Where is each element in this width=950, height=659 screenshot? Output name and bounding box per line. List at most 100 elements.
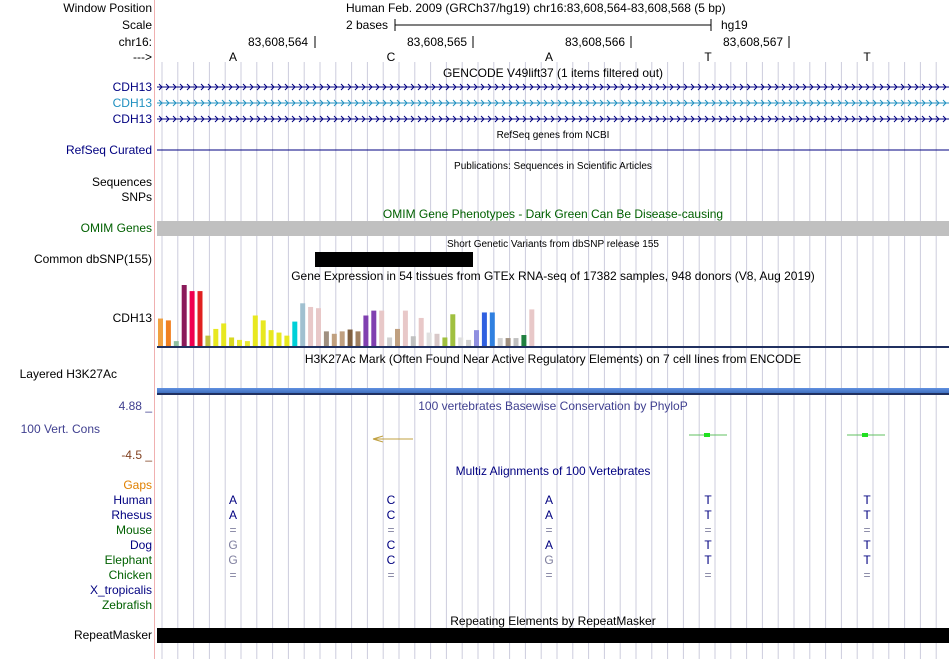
- ref-base-5: T: [863, 50, 871, 64]
- dbsnp-label[interactable]: Common dbSNP(155): [0, 252, 152, 266]
- ruler-pos-4: 83,608,567: [723, 35, 784, 49]
- gtex-tissue-bar: [481, 312, 487, 346]
- gtex-tissue-bar: [316, 308, 321, 346]
- dbsnp-track-title[interactable]: Short Genetic Variants from dbSNP releas…: [157, 238, 949, 252]
- multiz-base: A: [544, 493, 553, 507]
- multiz-base: A: [544, 538, 553, 552]
- multiz-species-label[interactable]: Human: [0, 493, 152, 507]
- gtex-tissue-bar: [252, 315, 258, 346]
- genome-browser-image: Window Position Human Feb. 2009 (GRCh37/…: [0, 0, 950, 659]
- multiz-base: =: [704, 523, 712, 537]
- multiz-base: A: [544, 508, 553, 522]
- gencode-item-label-1[interactable]: CDH13: [0, 80, 152, 94]
- multiz-base: =: [545, 523, 553, 537]
- gtex-tissue-bar: [229, 337, 235, 346]
- gtex-tissue-bar: [276, 332, 282, 346]
- multiz-species-label[interactable]: Zebrafish: [0, 598, 152, 612]
- gtex-tissue-bar: [165, 320, 171, 346]
- repeat-label[interactable]: RepeatMasker: [0, 628, 152, 642]
- phylop-min-label: -4.5 _: [121, 448, 152, 462]
- gtex-bar-chart[interactable]: [157, 284, 949, 348]
- multiz-base: T: [704, 538, 712, 552]
- gtex-tissue-bar: [244, 341, 250, 346]
- phylop-signal[interactable]: [157, 425, 949, 449]
- gencode-item-label-3[interactable]: CDH13: [0, 112, 152, 126]
- ref-base-4: T: [704, 50, 712, 64]
- gtex-tissue-bar: [260, 320, 266, 346]
- gencode-transcript: [157, 99, 949, 107]
- multiz-base: =: [387, 523, 395, 537]
- phylop-track-title[interactable]: 100 vertebrates Basewise Conservation by…: [157, 399, 949, 413]
- gtex-tissue-bar: [189, 291, 195, 346]
- gtex-tissue-bar: [513, 338, 519, 346]
- gencode-transcripts[interactable]: [157, 80, 949, 128]
- strand-label: --->: [133, 50, 152, 64]
- multiz-base: G: [228, 538, 238, 552]
- multiz-base: =: [387, 568, 395, 582]
- gtex-tissue-bar: [173, 341, 179, 346]
- gtex-tissue-bar: [466, 339, 472, 346]
- refseq-track-title[interactable]: RefSeq genes from NCBI: [157, 129, 949, 143]
- gtex-tissue-bar: [363, 315, 369, 346]
- multiz-species-label[interactable]: Mouse: [0, 523, 152, 537]
- phylop-max-label: 4.88 _: [118, 399, 152, 413]
- multiz-base: =: [229, 568, 237, 582]
- gtex-tissue-bar: [434, 333, 440, 346]
- gtex-tissue-bar: [292, 321, 298, 346]
- ref-base-3: A: [544, 50, 553, 64]
- gtex-tissue-bar: [237, 339, 242, 346]
- gtex-tissue-bar: [158, 318, 163, 346]
- gencode-track-title[interactable]: GENCODE V49lift37 (1 items filtered out): [157, 66, 949, 80]
- gtex-tissue-bar: [205, 335, 211, 346]
- pubs-track-title[interactable]: Publications: Sequences in Scientific Ar…: [157, 160, 949, 174]
- gtex-tissue-bar: [505, 338, 511, 346]
- ruler-pos-2: 83,608,565: [407, 35, 468, 49]
- multiz-base: C: [386, 538, 396, 552]
- multiz-species-label[interactable]: Dog: [0, 538, 152, 552]
- phylop-label[interactable]: 100 Vert. Cons: [0, 422, 100, 436]
- refseq-line[interactable]: [157, 149, 949, 152]
- omim-track-title[interactable]: OMIM Gene Phenotypes - Dark Green Can Be…: [157, 207, 949, 221]
- multiz-species-label[interactable]: Rhesus: [0, 508, 152, 522]
- gtex-label[interactable]: CDH13: [0, 311, 152, 325]
- gtex-tissue-bar: [181, 285, 187, 346]
- gtex-tissue-bar: [197, 291, 203, 346]
- multiz-base: G: [228, 553, 238, 567]
- h3k27ac-track-title[interactable]: H3K27Ac Mark (Often Found Near Active Re…: [157, 352, 949, 366]
- gtex-tissue-bar: [347, 329, 353, 346]
- h3k27ac-label[interactable]: Layered H3K27Ac: [0, 367, 117, 381]
- gtex-tissue-bar: [284, 335, 290, 346]
- multiz-species-label[interactable]: X_tropicalis: [0, 583, 152, 597]
- multiz-track-title[interactable]: Multiz Alignments of 100 Vertebrates: [157, 464, 949, 478]
- repeat-element[interactable]: [157, 628, 949, 643]
- multiz-base: =: [229, 523, 237, 537]
- gtex-tissue-bar: [410, 336, 416, 346]
- multiz-base: C: [386, 553, 396, 567]
- multiz-base: T: [863, 538, 871, 552]
- gtex-tissue-bar: [339, 331, 345, 346]
- gtex-tissue-bar: [402, 310, 408, 346]
- gencode-item-label-2[interactable]: CDH13: [0, 96, 152, 110]
- multiz-base: T: [704, 493, 712, 507]
- repeat-track-title[interactable]: Repeating Elements by RepeatMasker: [157, 614, 949, 628]
- gtex-tissue-bar: [308, 306, 314, 346]
- gtex-tissue-bar: [497, 338, 503, 346]
- gtex-tissue-bar: [450, 314, 456, 346]
- dbsnp-variant[interactable]: [315, 252, 473, 267]
- multiz-species-label[interactable]: Chicken: [0, 568, 152, 582]
- gtex-tissue-bar: [442, 337, 448, 346]
- omim-label[interactable]: OMIM Genes: [0, 221, 152, 235]
- multiz-species-label[interactable]: Elephant: [0, 553, 152, 567]
- multiz-species-label[interactable]: Gaps: [0, 478, 152, 492]
- multiz-base: A: [228, 508, 237, 522]
- gtex-tissue-bar: [379, 310, 385, 346]
- pubs-label-snps[interactable]: SNPs: [0, 190, 152, 204]
- pubs-label-sequences[interactable]: Sequences: [0, 175, 152, 189]
- omim-bar[interactable]: [157, 221, 949, 236]
- gtex-tissue-bar: [300, 303, 306, 346]
- refseq-label[interactable]: RefSeq Curated: [0, 143, 152, 157]
- multiz-base: T: [704, 508, 712, 522]
- gtex-track-title[interactable]: Gene Expression in 54 tissues from GTEx …: [157, 269, 949, 283]
- multiz-base: T: [704, 553, 712, 567]
- gtex-tissue-bar: [474, 330, 479, 346]
